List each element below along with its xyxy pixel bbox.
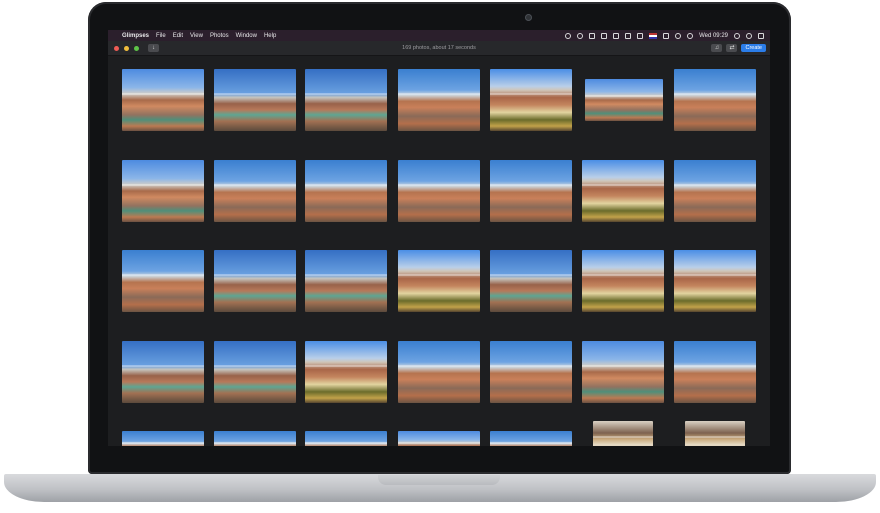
photo-thumbnail[interactable] [398,250,480,312]
stop-icon[interactable] [577,32,584,39]
laptop-notch [378,475,500,485]
photo-thumbnail[interactable] [398,69,480,131]
clock[interactable]: Wed 09:29 [699,33,728,39]
user-icon[interactable] [734,32,740,39]
menu-photos[interactable]: Photos [210,33,229,39]
create-button[interactable]: Create [741,44,766,52]
photo-thumbnail[interactable] [214,250,296,312]
photo-thumbnail[interactable] [305,341,387,403]
photo-thumbnail[interactable] [214,341,296,403]
photo-thumbnail[interactable] [398,160,480,222]
photo-thumbnail[interactable] [490,69,572,131]
photo-thumbnail[interactable] [305,250,387,312]
shuffle-icon[interactable]: ⇄ [726,44,738,52]
photo-thumbnail[interactable] [585,79,663,121]
photo-thumbnail[interactable] [214,69,296,131]
menu-edit[interactable]: Edit [173,33,183,39]
photo-thumbnail[interactable] [674,69,756,131]
photo-thumbnail[interactable] [582,341,664,403]
photo-grid [108,55,770,446]
search-icon[interactable] [746,32,752,39]
mail-icon[interactable] [613,32,620,39]
photo-thumbnail[interactable] [490,341,572,403]
screen: Glimpses File Edit View Photos Window He… [108,30,770,446]
photo-thumbnail[interactable] [674,250,756,312]
moon-icon[interactable] [565,32,572,39]
wifi-icon[interactable] [675,32,682,39]
battery-icon[interactable] [663,32,670,39]
photo-thumbnail[interactable] [122,341,204,403]
photo-thumbnail[interactable] [122,250,204,312]
menu-file[interactable]: File [156,33,166,39]
display-icon[interactable] [601,32,608,39]
photo-thumbnail[interactable] [490,250,572,312]
photo-thumbnail[interactable] [593,421,653,446]
stats-icon[interactable] [637,32,644,39]
flag-icon[interactable] [649,32,658,39]
photo-thumbnail[interactable] [674,160,756,222]
volume-icon[interactable] [687,32,694,39]
photo-thumbnail[interactable] [122,160,204,222]
menu-help[interactable]: Help [264,33,276,39]
photo-thumbnail[interactable] [674,341,756,403]
menu-bar: Glimpses File Edit View Photos Window He… [108,30,770,41]
photo-thumbnail[interactable] [582,160,664,222]
status-text: 169 photos, about 17 seconds [402,45,476,51]
photo-thumbnail[interactable] [214,160,296,222]
app-menu[interactable]: Glimpses [122,33,149,39]
photo-thumbnail[interactable] [398,341,480,403]
camera [525,14,532,21]
photo-thumbnail[interactable] [305,69,387,131]
screen-icon[interactable] [589,32,596,39]
list-icon[interactable] [758,32,764,39]
photo-thumbnail[interactable] [490,431,572,446]
photo-thumbnail[interactable] [398,431,480,446]
photo-thumbnail[interactable] [582,250,664,312]
photo-thumbnail[interactable] [685,421,745,446]
photo-thumbnail[interactable] [122,69,204,131]
network-icon[interactable] [625,32,632,39]
toolbar: ↓ 169 photos, about 17 seconds ♫ ⇄ Creat… [108,41,770,56]
photo-thumbnail[interactable] [305,160,387,222]
photo-thumbnail[interactable] [490,160,572,222]
photo-thumbnail[interactable] [122,431,204,446]
photo-thumbnail[interactable] [214,431,296,446]
music-icon[interactable]: ♫ [711,44,723,52]
menu-window[interactable]: Window [236,33,257,39]
menu-view[interactable]: View [190,33,203,39]
photo-thumbnail[interactable] [305,431,387,446]
